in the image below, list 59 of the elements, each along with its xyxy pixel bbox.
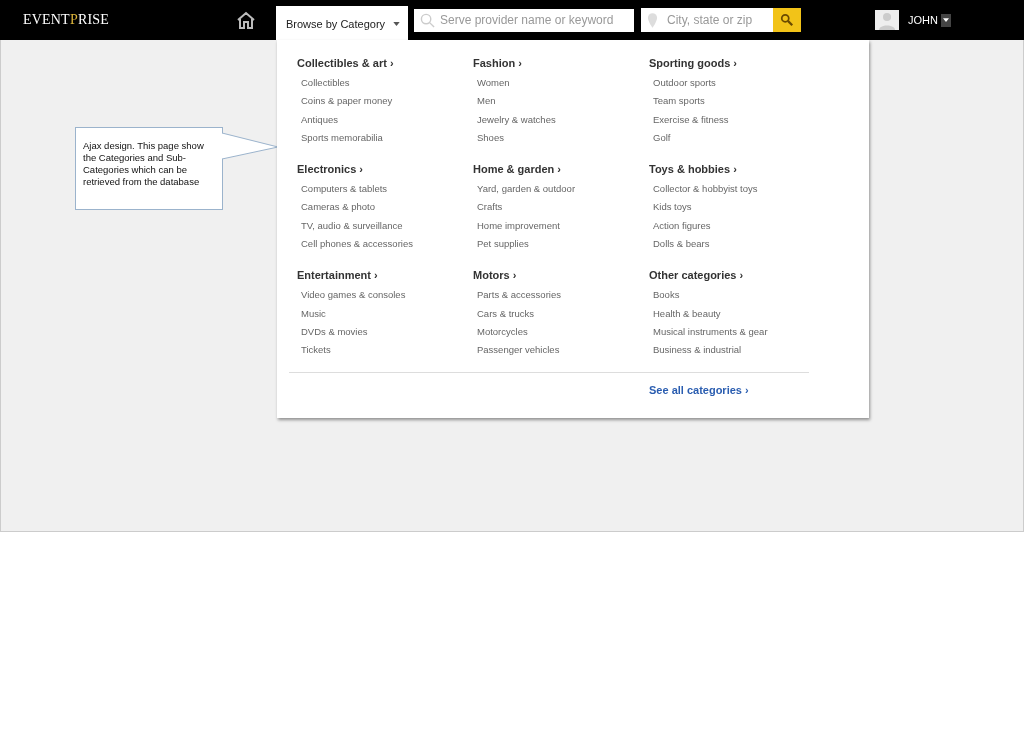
subcategory-link[interactable]: Action figures — [653, 216, 711, 236]
subcategory-link[interactable]: Parts & accessories — [477, 286, 561, 305]
subcategory-link[interactable]: Shoes — [477, 128, 504, 148]
category-heading-link[interactable]: Sporting goods › — [649, 56, 737, 70]
category-heading-link[interactable]: Motors › — [473, 268, 517, 283]
subcategory-link[interactable]: Pet supplies — [477, 235, 529, 254]
search-button[interactable] — [773, 8, 801, 32]
subcategory-link[interactable]: Passenger vehicles — [477, 341, 560, 360]
location-field[interactable]: City, state or zip — [641, 8, 773, 32]
see-all-categories-link[interactable]: See all categories › — [649, 383, 749, 396]
subcategory-link[interactable]: Cars & trucks — [477, 304, 534, 323]
subcategory-link[interactable]: Dolls & bears — [653, 235, 710, 254]
subcategory-link[interactable]: Books — [653, 286, 680, 305]
subcategory-link[interactable]: Team sports — [653, 92, 705, 111]
search-icon — [780, 13, 794, 27]
subcategory-link[interactable]: Coins & paper money — [301, 92, 393, 111]
category-heading-link[interactable]: Other categories › — [649, 268, 744, 283]
subcategory-link[interactable]: Health & beauty — [653, 304, 721, 323]
subcategory-link[interactable]: Yard, garden & outdoor — [477, 180, 576, 199]
subcategory-link[interactable]: Outdoor sports — [653, 74, 716, 93]
subcategory-link[interactable]: Cell phones & accessories — [301, 235, 413, 254]
subcategory-link[interactable]: Musical instruments & gear — [653, 322, 768, 342]
category-heading-link[interactable]: Toys & hobbies › — [649, 162, 737, 177]
subcategory-link[interactable]: TV, audio & surveillance — [301, 216, 403, 236]
subcategory-link[interactable]: Computers & tablets — [301, 180, 388, 199]
subcategory-link[interactable]: Collector & hobbyist toys — [653, 180, 758, 199]
pin-icon — [647, 12, 658, 29]
user-menu-caret-icon[interactable] — [940, 13, 951, 27]
subcategory-link[interactable]: Video games & consoles — [301, 286, 406, 305]
caret-icon — [393, 22, 400, 26]
category-heading-link[interactable]: Collectibles & art › — [297, 56, 394, 70]
logo[interactable]: EVENTPRISE — [23, 12, 236, 28]
subcategory-link[interactable]: Motorcycles — [477, 322, 528, 342]
user-name[interactable]: JOHN — [908, 14, 938, 26]
category-heading-link[interactable]: Fashion › — [473, 56, 522, 70]
annotation-note: Ajax design. This page show the Categories and Sub-Categories which can be retrieved from the database — [75, 127, 223, 210]
subcategory-link[interactable]: Sports memorabilia — [301, 128, 383, 148]
category-heading-link[interactable]: Electronics › — [297, 162, 364, 177]
subcategory-link[interactable]: Cameras & photo — [301, 198, 375, 217]
category-heading-link[interactable]: Entertainment › — [297, 268, 378, 283]
subcategory-link[interactable]: Golf — [653, 128, 671, 148]
subcategory-link[interactable]: Exercise & fitness — [653, 110, 729, 129]
home-icon[interactable] — [236, 11, 256, 29]
subcategory-link[interactable]: DVDs & movies — [301, 322, 368, 342]
subcategory-link[interactable]: Business & industrial — [653, 341, 742, 360]
subcategory-link[interactable]: Tickets — [301, 341, 331, 360]
search-field[interactable]: Serve provider name or keyword — [414, 8, 634, 32]
subcategory-link[interactable]: Jewelry & watches — [477, 110, 556, 129]
subcategory-link[interactable]: Women — [477, 74, 510, 93]
subcategory-link[interactable]: Collectibles — [301, 74, 350, 93]
subcategory-link[interactable]: Men — [477, 92, 496, 111]
subcategory-link[interactable]: Home improvement — [477, 216, 560, 236]
subcategory-link[interactable]: Crafts — [477, 198, 503, 217]
search-icon — [420, 12, 435, 28]
subcategory-link[interactable]: Antiques — [301, 110, 338, 129]
subcategory-link[interactable]: Kids toys — [653, 198, 692, 217]
subcategory-link[interactable]: Music — [301, 304, 326, 323]
browse-category-dropdown[interactable]: Browse by Category — [276, 6, 408, 40]
category-heading-link[interactable]: Home & garden › — [473, 162, 561, 177]
